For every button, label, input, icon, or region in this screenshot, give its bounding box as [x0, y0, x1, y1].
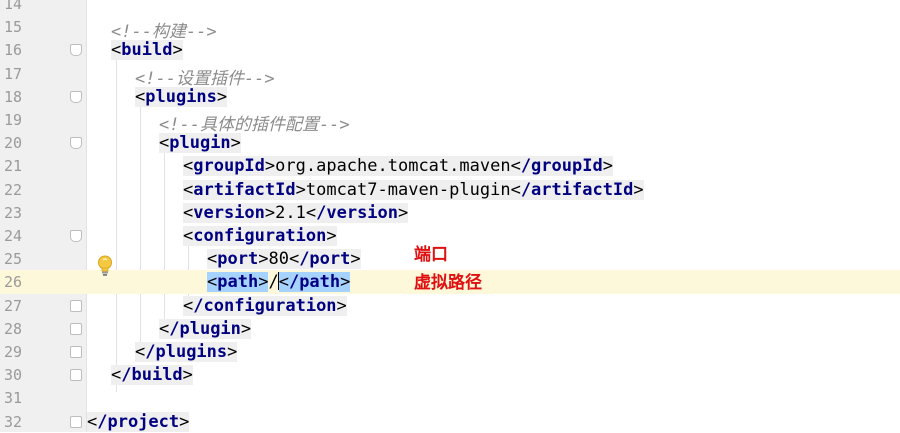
code-line[interactable]: 16 <build>	[0, 38, 900, 61]
line-number: 16	[3, 41, 22, 60]
tag-port-close: </port>	[288, 249, 361, 270]
code-line[interactable]: 27 </configuration>	[0, 294, 900, 317]
line-number: 23	[3, 203, 22, 222]
line-number: 24	[3, 227, 22, 245]
code-line[interactable]: 28 </plugin>	[0, 317, 900, 340]
fold-marker-icon[interactable]	[70, 322, 82, 335]
artifactid-value: tomcat7-maven-plugin	[305, 179, 511, 200]
fold-marker-icon[interactable]	[70, 137, 82, 150]
line-number: 17	[3, 64, 22, 83]
code-line[interactable]: 24 <configuration>	[0, 224, 900, 247]
line-number: 29	[3, 343, 22, 361]
tag-port-open: <port>	[207, 249, 269, 270]
annotation-port: 端口	[414, 245, 448, 265]
tag-plugin-open: <plugin>	[159, 133, 241, 154]
code-line[interactable]: 19 <!--具体的插件配置-->	[0, 108, 900, 135]
line-number: 21	[3, 157, 22, 176]
line-number: 26	[3, 273, 22, 292]
port-value: 80	[268, 249, 289, 270]
tag-groupid-open: <groupId>	[183, 156, 276, 177]
tag-groupid-close: </groupId>	[510, 156, 613, 177]
fold-marker-icon[interactable]	[70, 44, 82, 57]
code-line[interactable]: 18 <plugins>	[0, 85, 900, 108]
code-line[interactable]: 25 <port>80</port>	[0, 247, 900, 270]
annotation-path: 虚拟路径	[414, 273, 482, 293]
fold-marker-icon[interactable]	[70, 90, 82, 103]
line-number: 30	[3, 366, 22, 385]
code-line[interactable]: 21 <groupId>org.apache.tomcat.maven</gro…	[0, 154, 900, 177]
tag-artifactid-close: </artifactId>	[510, 179, 644, 200]
line-number: 27	[3, 296, 22, 315]
tag-version-open: <version>	[183, 202, 276, 223]
line-number: 28	[3, 319, 22, 338]
line-number: 14	[3, 0, 22, 13]
tag-configuration-close: </configuration>	[183, 295, 347, 316]
tag-plugins-open: <plugins>	[135, 86, 228, 107]
tag-path-open: <path>	[207, 272, 269, 293]
fold-marker-icon[interactable]	[70, 230, 82, 242]
tag-plugin-close: </plugin>	[159, 318, 252, 339]
code-line[interactable]: 22 <artifactId>tomcat7-maven-plugin</art…	[0, 178, 900, 201]
line-number: 31	[3, 389, 22, 408]
code-line[interactable]: 14	[0, 0, 900, 15]
code-line[interactable]: 32 </project>	[0, 410, 900, 433]
line-number: 20	[3, 134, 22, 153]
fold-marker-icon[interactable]	[70, 346, 82, 358]
line-number: 25	[3, 250, 22, 269]
fold-marker-icon[interactable]	[70, 299, 82, 312]
line-number: 18	[3, 87, 22, 106]
tag-path-close: </path>	[278, 272, 351, 293]
tag-configuration-open: <configuration>	[183, 226, 337, 246]
fold-marker-icon[interactable]	[70, 369, 82, 382]
version-value: 2.1	[275, 202, 306, 223]
code-line[interactable]: 31	[0, 386, 900, 409]
code-line[interactable]: 23 <version>2.1</version>	[0, 201, 900, 224]
line-number: 19	[3, 111, 22, 129]
code-line[interactable]: 15 <!--构建-->	[0, 15, 900, 42]
tag-build-open: <build>	[111, 40, 183, 61]
groupid-value: org.apache.tomcat.maven	[275, 156, 511, 177]
code-line[interactable]: 30 </build>	[0, 363, 900, 386]
code-editor[interactable]: 14 15 <!--构建--> 16 <build> 17 <!--设置插件--…	[0, 0, 900, 432]
lightbulb-icon[interactable]	[97, 255, 113, 277]
tag-plugins-close: </plugins>	[135, 342, 238, 362]
code-line[interactable]: 20 <plugin>	[0, 131, 900, 154]
code-line[interactable]: 17 <!--设置插件-->	[0, 62, 900, 89]
tag-artifactid-open: <artifactId>	[183, 179, 306, 200]
line-number: 22	[3, 180, 22, 199]
line-number: 15	[3, 18, 22, 37]
tag-build-close: </build>	[111, 365, 193, 386]
code-line[interactable]: 29 </plugins>	[0, 340, 900, 363]
tag-version-close: </version>	[305, 202, 409, 223]
